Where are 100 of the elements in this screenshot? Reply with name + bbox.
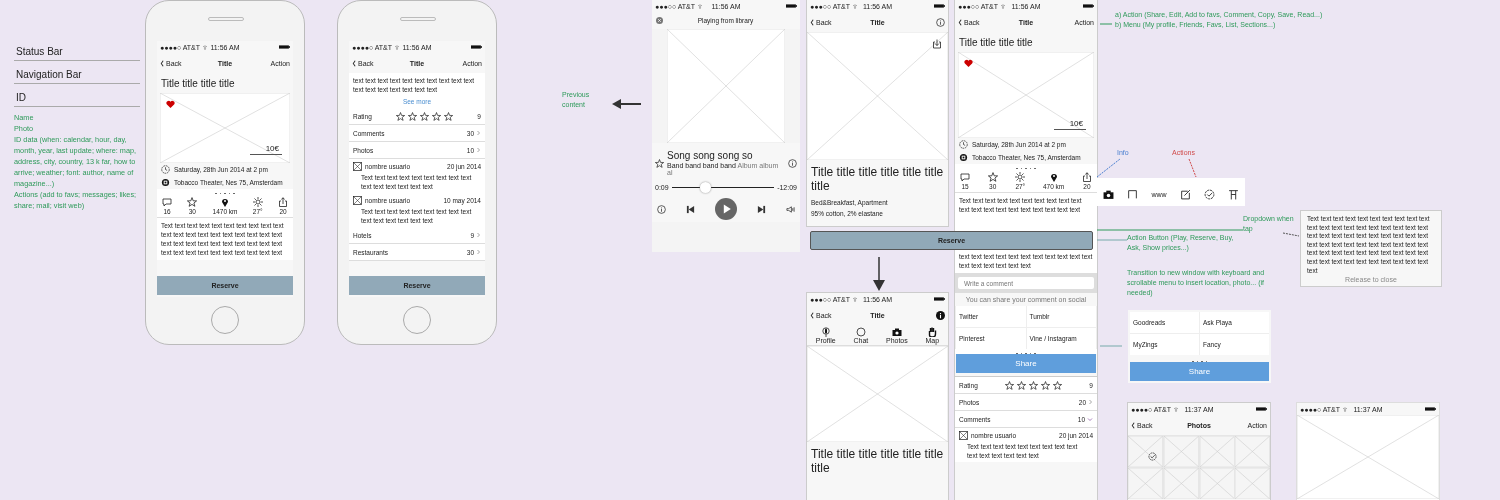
battery-icon <box>279 45 290 49</box>
battery-icon <box>1083 4 1094 8</box>
back-chevron-icon <box>160 59 164 67</box>
star-icon <box>987 171 998 182</box>
back-chevron-icon <box>352 59 356 67</box>
chevron-right-icon <box>476 249 481 255</box>
chevron-right-icon <box>476 130 481 136</box>
star-icon <box>1005 380 1015 390</box>
star-icon <box>420 111 430 121</box>
leader-line <box>1100 345 1122 347</box>
price-label: 10€ <box>249 144 282 155</box>
star-icon <box>396 111 406 121</box>
chevron-right-icon <box>476 232 481 238</box>
circle-icon <box>855 327 866 337</box>
page-dots[interactable] <box>955 164 1097 169</box>
song-title: Song song song so <box>667 150 754 161</box>
leader-line <box>1097 239 1127 241</box>
star-rating[interactable] <box>396 111 454 121</box>
bookmark-icon <box>1127 188 1139 200</box>
check-circle-icon <box>1148 452 1157 461</box>
star-icon <box>432 111 442 121</box>
chevron-down-icon <box>1087 416 1093 422</box>
volume-icon <box>786 204 795 214</box>
back-chevron-icon <box>958 18 962 26</box>
photo-placeholder[interactable] <box>1163 436 1199 467</box>
back-chevron-icon <box>1131 421 1135 429</box>
star-icon <box>1017 380 1027 390</box>
info-icon <box>936 310 945 320</box>
star-icon <box>408 111 418 121</box>
share-icon <box>1081 171 1092 182</box>
home-button[interactable] <box>211 306 239 334</box>
avatar-placeholder-icon <box>959 431 968 440</box>
avatar-placeholder-icon <box>353 196 362 205</box>
battery-icon <box>471 45 482 49</box>
star-icon <box>444 111 454 121</box>
wifi-icon <box>394 44 401 50</box>
leader-line <box>1100 23 1112 25</box>
previous-icon <box>686 204 695 214</box>
battery-icon <box>1425 407 1436 411</box>
next-icon <box>757 204 766 214</box>
photo-placeholder[interactable] <box>1128 468 1163 499</box>
photo-placeholder[interactable] <box>1235 468 1270 499</box>
battery-icon <box>934 4 945 8</box>
clock-icon <box>959 140 968 149</box>
close-icon <box>656 17 663 24</box>
star-icon <box>1053 380 1063 390</box>
photo-placeholder[interactable] <box>1199 436 1235 467</box>
price-label: 10€ <box>1053 119 1086 130</box>
photo-placeholder[interactable] <box>1128 436 1163 467</box>
avatar-placeholder-icon <box>353 162 362 171</box>
star-icon <box>655 158 664 168</box>
heart-icon <box>964 59 973 68</box>
info-icon <box>936 17 945 27</box>
leader-line <box>1097 158 1121 178</box>
download-icon <box>932 39 942 49</box>
battery-icon <box>1256 407 1267 411</box>
battery-icon <box>934 297 945 301</box>
left-arrow <box>612 99 642 109</box>
wifi-icon <box>697 3 704 9</box>
star-icon <box>187 196 198 207</box>
speech-bubble-icon <box>960 171 970 182</box>
down-arrow <box>873 257 885 291</box>
leader-line <box>1188 158 1198 178</box>
camera-icon <box>1103 188 1115 200</box>
sun-icon <box>1015 171 1026 182</box>
star-rating[interactable] <box>1005 380 1063 390</box>
hand-icon <box>927 327 938 337</box>
legend-label: Status Bar <box>14 44 140 61</box>
home-button[interactable] <box>403 306 431 334</box>
photo-placeholder[interactable] <box>1163 468 1199 499</box>
sun-icon <box>252 196 263 207</box>
back-chevron-icon <box>810 18 814 26</box>
heart-icon <box>166 100 175 109</box>
info-icon <box>788 158 797 168</box>
star-icon <box>1029 380 1039 390</box>
speech-bubble-icon <box>162 196 172 207</box>
back-chevron-icon <box>810 311 814 319</box>
check-circle-icon <box>1203 188 1215 200</box>
legend-label: ID <box>14 90 140 107</box>
legend-label: Navigation Bar <box>14 67 140 84</box>
photo-placeholder[interactable] <box>1199 468 1235 499</box>
wifi-icon <box>852 296 859 302</box>
chevron-right-icon <box>476 147 481 153</box>
slider-thumb[interactable] <box>700 182 712 193</box>
leader-line <box>1283 232 1299 237</box>
chevron-right-icon <box>1088 399 1093 405</box>
microphone-icon <box>820 327 831 337</box>
photo-placeholder[interactable] <box>1235 436 1270 467</box>
battery-icon <box>786 4 797 8</box>
star-icon <box>1041 380 1051 390</box>
stand-icon <box>1227 188 1239 200</box>
wifi-icon <box>1000 3 1007 9</box>
edit-icon <box>1179 188 1191 200</box>
share-icon <box>278 196 288 207</box>
clock-icon <box>161 165 170 174</box>
wifi-icon <box>852 3 859 9</box>
wifi-icon <box>202 44 209 50</box>
wifi-icon <box>1173 406 1180 412</box>
page-dots[interactable] <box>157 189 293 194</box>
page-dots[interactable] <box>955 349 1097 354</box>
